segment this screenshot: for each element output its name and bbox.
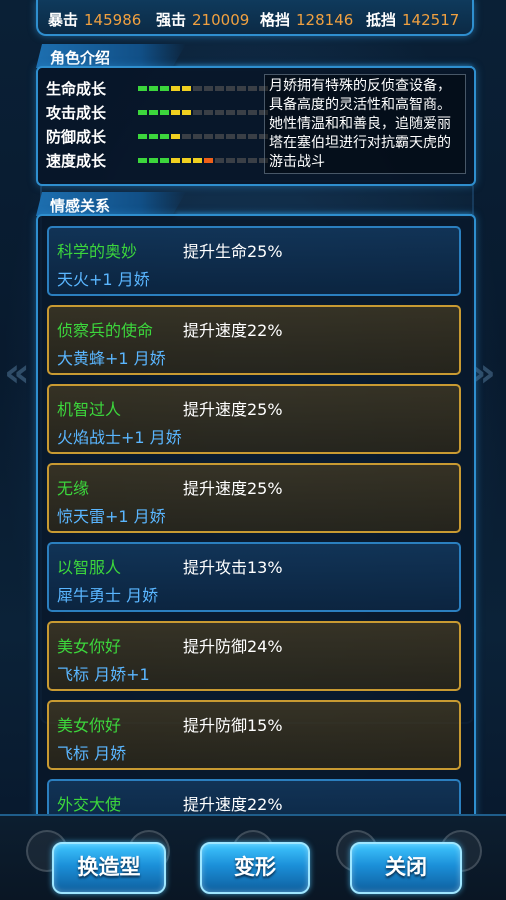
relation-members: 犀牛勇士 月娇 — [57, 586, 159, 605]
relations-list[interactable]: 科学的奥妙 提升生命25% 天火+1 月娇 侦察兵的使命 提升速度22% 大黄蜂… — [36, 214, 476, 826]
growth-segment — [149, 86, 158, 91]
growth-segment — [149, 158, 158, 163]
relation-title: 以智服人 — [57, 558, 122, 577]
relation-members: 惊天雷+1 月娇 — [57, 507, 166, 526]
growth-segment — [226, 86, 235, 91]
growth-label: 防御成长 — [46, 128, 107, 146]
growth-segment — [248, 134, 257, 139]
growth-segment — [193, 86, 202, 91]
character-description: 月娇拥有特殊的反侦查设备，具备高度的灵活性和高智商。她性情温和和善良，追随爱丽塔… — [264, 74, 466, 174]
growth-segment — [237, 134, 246, 139]
growth-segment — [171, 134, 180, 139]
growth-segment — [160, 134, 169, 139]
intro-panel: 生命成长 攻击成长 防御成长 速度成长 月娇拥有特殊的反侦查设备，具备高度的灵活… — [36, 66, 476, 186]
growth-segment — [237, 110, 246, 115]
growth-segment — [226, 134, 235, 139]
game-screen: « » 暴击 145986 强击 210009 格挡 128146 抵挡 142517 … — [0, 0, 506, 900]
growth-segment — [215, 134, 224, 139]
growth-segment — [248, 110, 257, 115]
relation-title: 外交大使 — [57, 795, 122, 814]
relation-effect: 提升生命25% — [183, 242, 283, 261]
growth-segment — [204, 158, 213, 163]
relation-effect: 提升速度25% — [183, 479, 283, 498]
growth-segment — [138, 110, 147, 115]
growth-segment — [171, 86, 180, 91]
growth-segment — [237, 86, 246, 91]
stat-power-strike: 强击 210009 — [156, 11, 250, 29]
growth-label: 速度成长 — [46, 152, 107, 170]
relation-members: 飞标 月娇 — [57, 744, 127, 763]
growth-segment — [160, 86, 169, 91]
growth-label: 生命成长 — [46, 80, 107, 98]
stat-block: 格挡 128146 — [260, 11, 354, 29]
growth-segment — [248, 158, 257, 163]
relation-title: 侦察兵的使命 — [57, 321, 154, 340]
change-appearance-button[interactable]: 换造型 — [52, 842, 166, 894]
growth-segment — [182, 110, 191, 115]
relation-title: 无缘 — [57, 479, 90, 498]
growth-segment — [215, 110, 224, 115]
relation-members: 大黄蜂+1 月娇 — [57, 349, 166, 368]
relation-card: 科学的奥妙 提升生命25% 天火+1 月娇 — [47, 226, 461, 296]
relations-section-header: 情感关系 — [36, 192, 186, 216]
growth-segment — [182, 86, 191, 91]
growth-segment — [138, 134, 147, 139]
growth-segment — [193, 110, 202, 115]
relation-members: 火焰战士+1 月娇 — [57, 428, 182, 447]
relation-card: 侦察兵的使命 提升速度22% 大黄蜂+1 月娇 — [47, 305, 461, 375]
growth-segment — [160, 110, 169, 115]
growth-segment — [193, 158, 202, 163]
relation-card: 美女你好 提升防御15% 飞标 月娇 — [47, 700, 461, 770]
growth-segment — [248, 86, 257, 91]
left-arrow-icon: « — [4, 350, 30, 396]
growth-segment — [204, 110, 213, 115]
growth-segment — [226, 110, 235, 115]
stat-resist: 抵挡 142517 — [366, 11, 460, 29]
growth-segment — [204, 134, 213, 139]
relation-members: 飞标 月娇+1 — [57, 665, 150, 684]
growth-segment — [138, 158, 147, 163]
growth-segment — [215, 86, 224, 91]
relation-effect: 提升攻击13% — [183, 558, 283, 577]
growth-segment — [204, 86, 213, 91]
transform-button[interactable]: 变形 — [200, 842, 310, 894]
growth-segment — [171, 110, 180, 115]
growth-label: 攻击成长 — [46, 104, 107, 122]
growth-segment — [149, 134, 158, 139]
growth-segment — [182, 158, 191, 163]
combat-stats-bar: 暴击 145986 强击 210009 格挡 128146 抵挡 142517 — [36, 0, 474, 36]
growth-segment — [237, 158, 246, 163]
relation-card: 美女你好 提升防御24% 飞标 月娇+1 — [47, 621, 461, 691]
relation-card: 无缘 提升速度25% 惊天雷+1 月娇 — [47, 463, 461, 533]
relation-title: 科学的奥妙 — [57, 242, 138, 261]
relation-title: 美女你好 — [57, 637, 122, 656]
intro-section-header: 角色介绍 — [36, 44, 186, 68]
relation-effect: 提升防御24% — [183, 637, 283, 656]
relation-effect: 提升速度22% — [183, 795, 283, 814]
growth-segment — [182, 134, 191, 139]
relation-title: 美女你好 — [57, 716, 122, 735]
close-button[interactable]: 关闭 — [350, 842, 462, 894]
relation-card: 机智过人 提升速度25% 火焰战士+1 月娇 — [47, 384, 461, 454]
relation-card: 以智服人 提升攻击13% 犀牛勇士 月娇 — [47, 542, 461, 612]
growth-segment — [215, 158, 224, 163]
growth-segment — [171, 158, 180, 163]
relation-members: 天火+1 月娇 — [57, 270, 150, 289]
relation-effect: 提升速度22% — [183, 321, 283, 340]
growth-segment — [226, 158, 235, 163]
growth-segment — [138, 86, 147, 91]
growth-segment — [149, 110, 158, 115]
growth-segment — [160, 158, 169, 163]
stat-crit: 暴击 145986 — [48, 11, 142, 29]
relation-effect: 提升速度25% — [183, 400, 283, 419]
relation-effect: 提升防御15% — [183, 716, 283, 735]
relation-title: 机智过人 — [57, 400, 122, 419]
growth-segment — [193, 134, 202, 139]
